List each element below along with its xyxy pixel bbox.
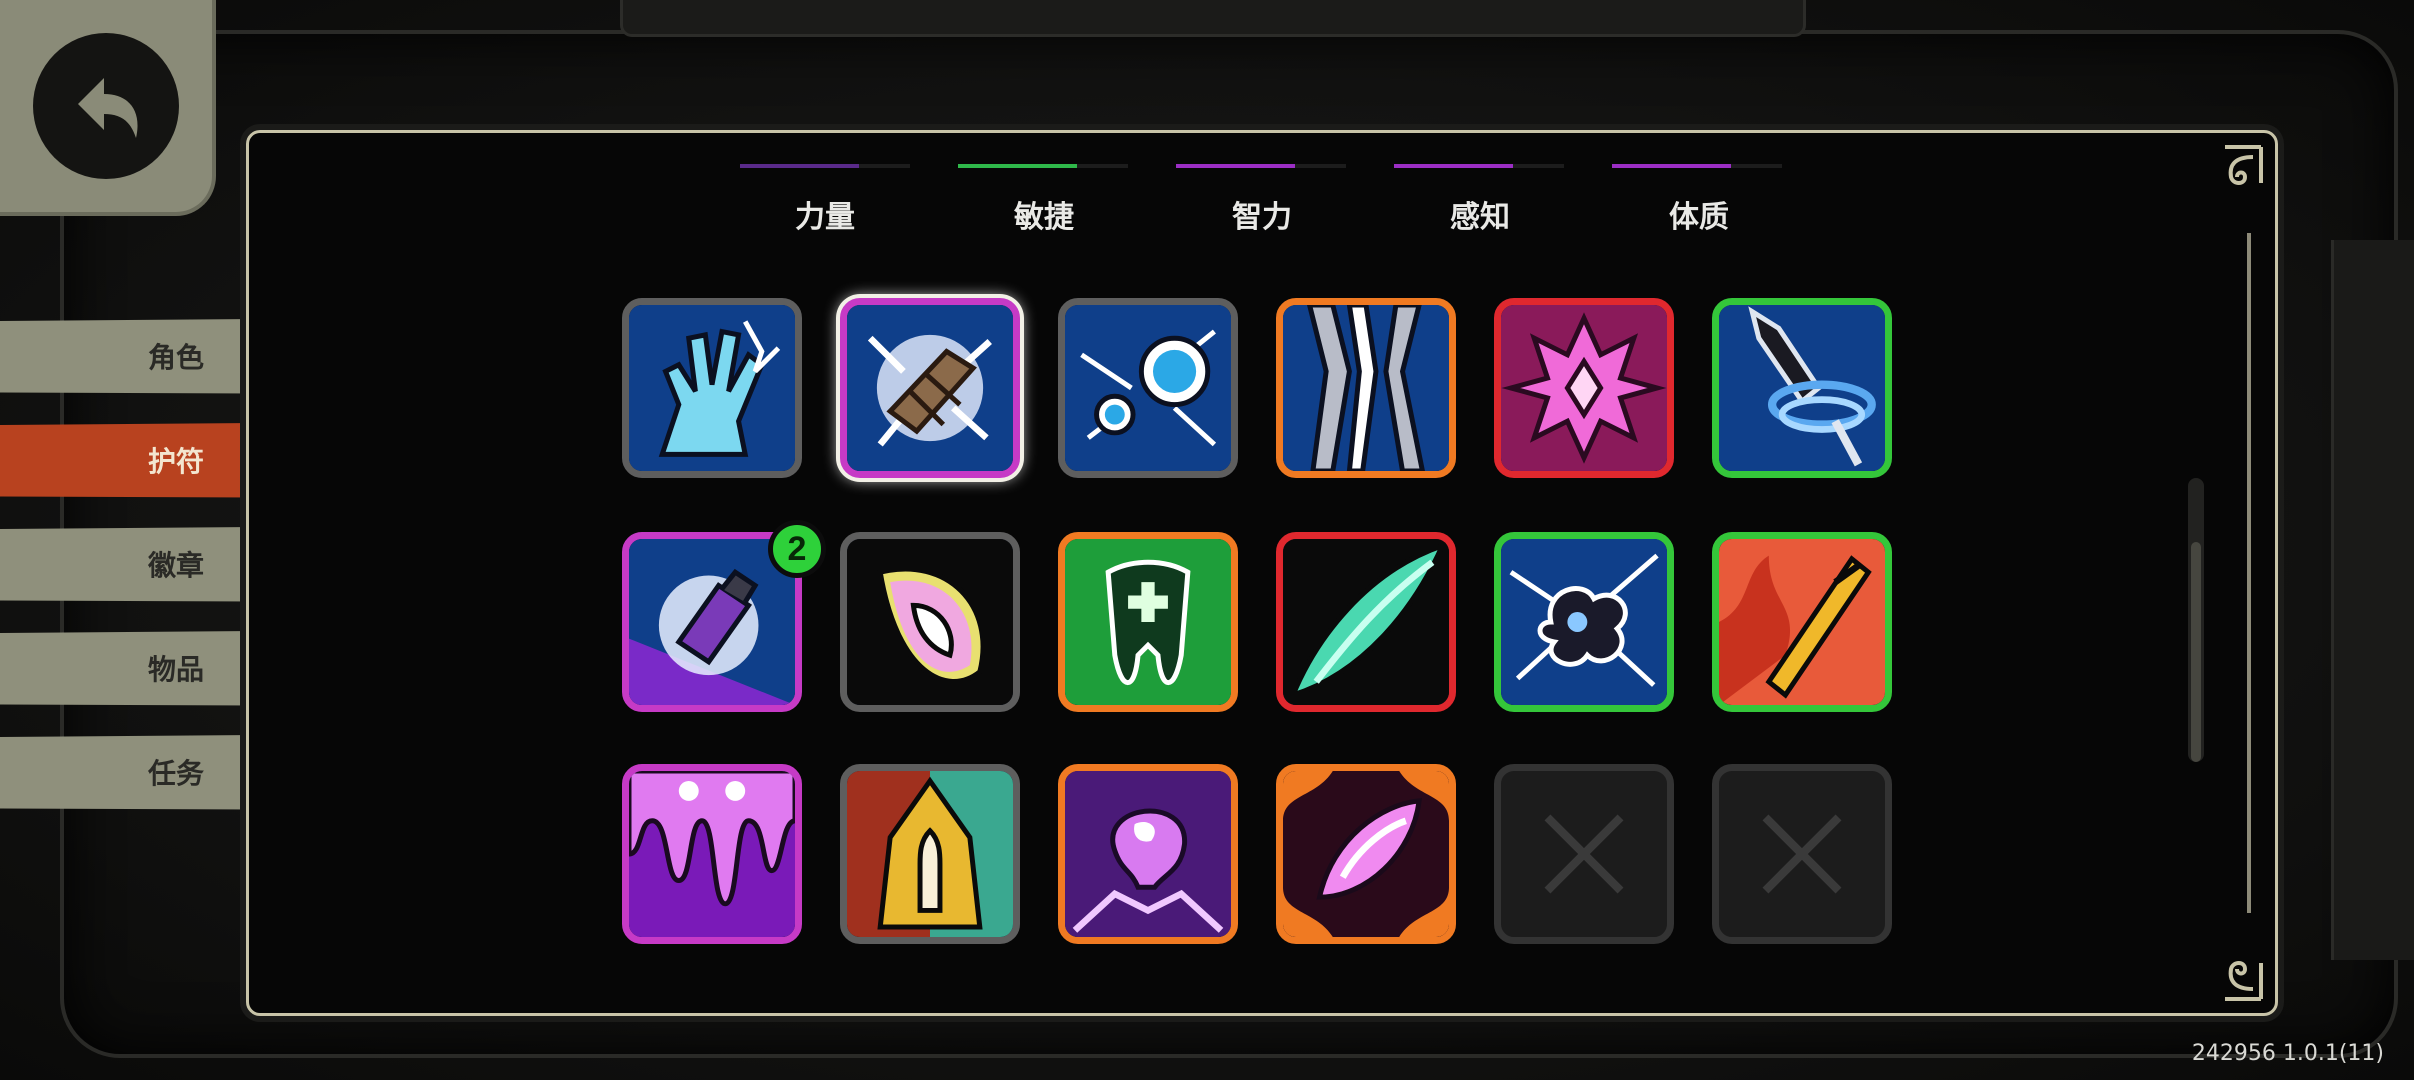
fire-sword-icon	[1719, 539, 1885, 705]
stat-bar	[958, 164, 1128, 168]
amulet-tile[interactable]	[1276, 298, 1456, 478]
stat-constitution: 体质	[1669, 201, 1729, 234]
stat-agility: 敏捷	[1014, 201, 1074, 234]
empty-slot-x-icon	[1544, 814, 1624, 894]
crystal-rock-icon	[847, 305, 1013, 471]
version-label: 242956 1.0.1(11)	[2191, 1041, 2384, 1066]
lightning-claws-icon	[1283, 305, 1449, 471]
potion-vial-icon	[629, 539, 795, 705]
green-tooth-cross-icon	[1065, 539, 1231, 705]
amulet-tile[interactable]	[840, 764, 1020, 944]
amulet-tile[interactable]	[1712, 298, 1892, 478]
stat-bar	[1394, 164, 1564, 168]
stat-perception: 感知	[1450, 201, 1510, 234]
blue-hand-icon	[629, 305, 795, 471]
teal-leaf-slash-icon	[1283, 539, 1449, 705]
orb-bubbles-icon	[1065, 305, 1231, 471]
nav-item-label: 护符	[147, 446, 204, 477]
amulet-panel	[246, 130, 2278, 1016]
amulet-tile[interactable]	[1058, 764, 1238, 944]
pink-crystal-ornament-icon	[1283, 771, 1449, 937]
amulet-tile[interactable]	[840, 298, 1020, 478]
count-badge: 2	[768, 520, 826, 578]
empty-slot[interactable]	[1712, 764, 1892, 944]
top-frame-bar	[620, 0, 1806, 37]
stat-bar	[740, 164, 910, 168]
amulet-tile[interactable]	[1494, 298, 1674, 478]
amulet-tile[interactable]	[622, 764, 802, 944]
amulet-tile[interactable]	[1276, 764, 1456, 944]
amulet-tile[interactable]	[1494, 532, 1674, 712]
empty-slot[interactable]	[1494, 764, 1674, 944]
nav-item-label: 角色	[147, 342, 204, 373]
amulet-tile[interactable]	[1276, 532, 1456, 712]
amulet-tile[interactable]	[1712, 532, 1892, 712]
spinning-blade-icon	[1719, 305, 1885, 471]
amulet-tile[interactable]	[1058, 298, 1238, 478]
amulet-tile[interactable]	[1058, 532, 1238, 712]
scrollbar[interactable]	[2188, 478, 2204, 762]
corner-ornament-icon	[2225, 145, 2263, 185]
back-button[interactable]	[0, 0, 216, 216]
nav-item-label: 物品	[147, 654, 204, 685]
nav-item-label: 任务	[147, 758, 204, 789]
back-arrow-icon	[33, 33, 179, 179]
right-frame-pillar	[2331, 240, 2414, 960]
stat-intelligence: 智力	[1232, 201, 1292, 234]
purple-drip-icon	[629, 771, 795, 937]
nav-item-label: 徽章	[147, 550, 204, 581]
stat-strength: 力量	[795, 201, 855, 234]
smoke-burst-icon	[1501, 539, 1667, 705]
empty-slot-x-icon	[1762, 814, 1842, 894]
stat-bar	[1176, 164, 1346, 168]
scrollbar-thumb[interactable]	[2191, 542, 2201, 762]
pink-flame-icon	[847, 539, 1013, 705]
amulet-tile[interactable]	[840, 532, 1020, 712]
stat-bar	[1612, 164, 1782, 168]
amulet-tile[interactable]	[622, 298, 802, 478]
pink-sigil-icon	[1501, 305, 1667, 471]
gold-bullet-icon	[847, 771, 1013, 937]
panel-rail	[2247, 233, 2251, 913]
corner-ornament-icon	[2225, 961, 2263, 1001]
purple-skull-splash-icon	[1065, 771, 1231, 937]
